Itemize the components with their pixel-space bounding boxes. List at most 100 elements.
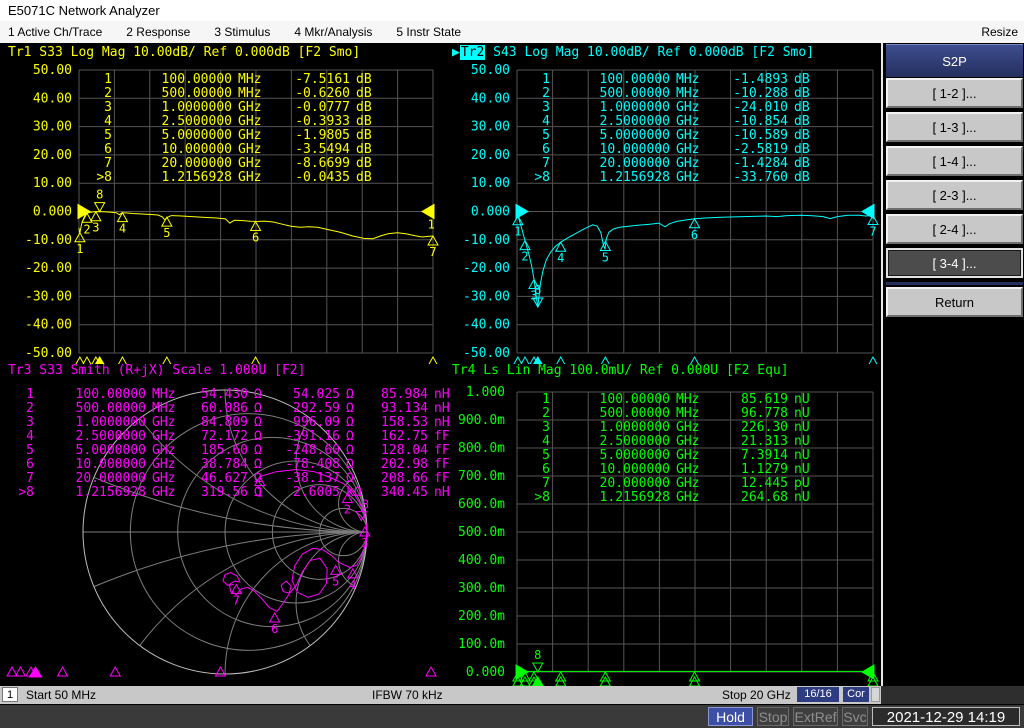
marker-cell: 7 — [542, 156, 550, 171]
marker-label-3: 3 — [92, 221, 99, 235]
trace-name-tr3: Tr3 — [8, 363, 32, 378]
stimulus-marker-2-icon — [14, 665, 27, 677]
marker-label-4: 4 — [349, 578, 356, 592]
marker-label-1: 1 — [76, 242, 83, 256]
marker-cell: Ω — [254, 485, 262, 500]
marker-4-icon — [554, 241, 567, 252]
y-tick-label: 30.00 — [33, 120, 72, 135]
marker-cell: dB — [794, 170, 810, 185]
marker-cell: 3 — [26, 415, 34, 430]
marker-table-tr2: 1 100.00000 MHz -1.4893 dB 2 500.00000 MHz -10.2… — [524, 73, 816, 185]
marker-cell: 3 — [542, 420, 550, 435]
marker-cell: 54.430 — [201, 387, 248, 402]
y-tick-label: 20.00 — [33, 148, 72, 163]
marker-cell: 20.000000 — [161, 156, 232, 171]
marker-row: 6 10.000000 GHz 38.784 Ω -78.408 Ω 202.98 fF — [12, 458, 450, 472]
y-tick-label: 10.00 — [471, 176, 510, 191]
menu-item-3[interactable]: 3 Stimulus — [214, 21, 270, 43]
trace-title-tr3[interactable]: Tr3 S33 Smith (R+jX) Scale 1.000U [F2] — [8, 363, 305, 378]
marker-cell: 500.00000 — [599, 406, 670, 421]
status-spacer-box — [871, 687, 880, 702]
softkey-button-1-2[interactable]: [ 1-2 ]... — [886, 78, 1023, 108]
marker-row: 2 500.00000 MHz -0.6260 dB — [86, 87, 378, 101]
marker-cell: GHz — [676, 142, 700, 157]
softkey-button-3-4[interactable]: [ 3-4 ]... — [886, 248, 1023, 278]
trace-name-tr1: Tr1 — [8, 45, 32, 60]
marker-cell: dB — [794, 86, 810, 101]
marker-cell: -0.6260 — [295, 86, 350, 101]
marker-8-icon — [531, 662, 544, 674]
return-button[interactable]: Return — [886, 287, 1023, 317]
marker-cell: Ω — [346, 429, 354, 444]
marker-cell: nU — [794, 448, 810, 463]
softkey-button-2-4[interactable]: [ 2-4 ]... — [886, 214, 1023, 244]
marker-row: 2 500.00000 MHz 96.778 nU — [524, 407, 816, 421]
marker-label-4: 4 — [557, 251, 564, 265]
marker-cell: 1.1279 — [741, 462, 788, 477]
marker-row: >8 1.2156928 GHz -33.760 dB — [524, 171, 816, 185]
trace-title-tr4[interactable]: Tr4 Ls Lin Mag 100.0mU/ Ref 0.000U [F2 E… — [452, 363, 789, 378]
marker-cell: Ω — [346, 415, 354, 430]
softkey-separator — [886, 282, 1023, 285]
marker-cell: 1.0000000 — [599, 420, 670, 435]
marker-label-3: 3 — [361, 536, 368, 550]
marker-cell: GHz — [676, 170, 700, 185]
marker-cell: 100.00000 — [161, 72, 232, 87]
active-trace-arrow-icon: ▶ — [452, 45, 460, 60]
marker-cell: GHz — [676, 128, 700, 143]
marker-cell: 2 — [104, 86, 112, 101]
marker-cell: -10.854 — [733, 114, 788, 129]
marker-row: 1 100.00000 MHz 54.430 Ω 54.025 Ω 85.984 nH — [12, 388, 450, 402]
marker-cell: -78.408 — [285, 457, 340, 472]
marker-row: 4 2.5000000 GHz 21.313 nU — [524, 435, 816, 449]
softkey-button-1-4[interactable]: [ 1-4 ]... — [886, 146, 1023, 176]
marker-cell: MHz — [676, 392, 700, 407]
marker-cell: 5.0000000 — [599, 448, 670, 463]
marker-cell: dB — [356, 86, 372, 101]
marker-cell: 264.68 — [741, 490, 788, 505]
marker-label-7: 7 — [429, 245, 436, 259]
softkey-button-1-3[interactable]: [ 1-3 ]... — [886, 112, 1023, 142]
marker-row: 4 2.5000000 GHz 72.172 Ω -391.16 Ω 162.75 fF — [12, 430, 450, 444]
trace-name-tr4: Tr4 — [452, 363, 476, 378]
marker-cell: GHz — [676, 490, 700, 505]
marker-cell: 72.172 — [201, 429, 248, 444]
softkey-sidebar: S2P[ 1-2 ]... [ 1-3 ]... [ 1-4 ]... [ 2-3 ]… — [881, 43, 1024, 686]
marker-cell: 5.0000000 — [161, 128, 232, 143]
marker-cell: Ω — [346, 471, 354, 486]
marker-cell: 500.00000 — [161, 86, 232, 101]
trace-title-tr1[interactable]: Tr1 S33 Log Mag 10.00dB/ Ref 0.000dB [F2… — [8, 45, 360, 60]
trace-title-tr2[interactable]: ▶Tr2 S43 Log Mag 10.00dB/ Ref 0.000dB [F… — [452, 45, 814, 60]
menu-item-1[interactable]: 1 Active Ch/Trace — [8, 21, 102, 43]
marker-cell: 2 — [26, 401, 34, 416]
marker-cell: 1.0000000 — [161, 100, 232, 115]
marker-cell: nU — [794, 392, 810, 407]
marker-cell: 100.00000 — [75, 387, 146, 402]
marker-cell: 3 — [104, 100, 112, 115]
marker-cell: 85.984 — [381, 387, 428, 402]
marker-cell: 1.2156928 — [75, 485, 146, 500]
y-tick-label: 20.00 — [471, 148, 510, 163]
marker-cell: -3.5494 — [295, 142, 350, 157]
marker-label-8: 8 — [96, 188, 103, 202]
marker-row: 7 20.000000 GHz -1.4284 dB — [524, 157, 816, 171]
marker-cell: 100.00000 — [599, 392, 670, 407]
marker-cell: GHz — [238, 170, 262, 185]
marker-cell: 3 — [542, 100, 550, 115]
softkey-header: S2P — [886, 44, 1023, 77]
ifbw-value: IFBW 70 kHz — [372, 688, 443, 702]
menu-item-5[interactable]: 5 Instr State — [396, 21, 461, 43]
marker-cell: GHz — [152, 471, 176, 486]
stimulus-marker-7-icon — [425, 665, 437, 677]
resize-button[interactable]: Resize — [981, 21, 1018, 43]
softkey-button-2-3[interactable]: [ 2-3 ]... — [886, 180, 1023, 210]
menu-item-2[interactable]: 2 Response — [126, 21, 190, 43]
y-tick-label: -20.00 — [463, 261, 510, 276]
marker-cell: GHz — [152, 429, 176, 444]
y-tick-label: 0.000 — [466, 665, 505, 680]
y-tick-label: -10.00 — [25, 233, 72, 248]
marker-cell: 21.313 — [741, 434, 788, 449]
menu-item-4[interactable]: 4 Mkr/Analysis — [294, 21, 372, 43]
marker-cell: 20.000000 — [75, 471, 146, 486]
stimulus-marker-5-icon — [109, 665, 122, 677]
